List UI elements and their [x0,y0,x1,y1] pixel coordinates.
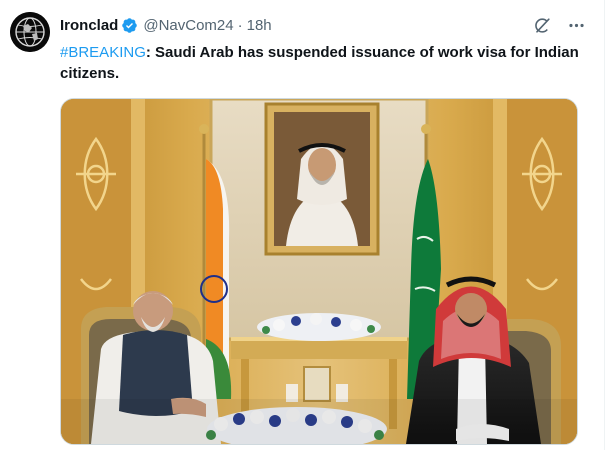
tweet-header: Ironclad @NavCom24 · 18h [60,14,586,36]
hashtag-link[interactable]: #BREAKING [60,44,146,61]
avatar[interactable] [10,12,50,52]
tweet-text: #BREAKING: Saudi Arab has suspended issu… [60,42,588,84]
globe-logo-icon [10,12,50,52]
tweet-actions [532,15,586,35]
tweet-photo[interactable] [60,98,578,445]
timestamp[interactable]: 18h [247,17,272,34]
grok-icon[interactable] [532,15,552,35]
author-name[interactable]: Ironclad [60,17,118,34]
meeting-photo-illustration [61,99,577,444]
verified-badge-icon[interactable] [121,17,138,34]
more-icon[interactable] [566,15,586,35]
author-handle[interactable]: @NavCom24 [143,17,233,34]
tweet[interactable]: Ironclad @NavCom24 · 18h #BREAKING: Saud… [0,0,605,450]
separator: · [237,16,243,34]
